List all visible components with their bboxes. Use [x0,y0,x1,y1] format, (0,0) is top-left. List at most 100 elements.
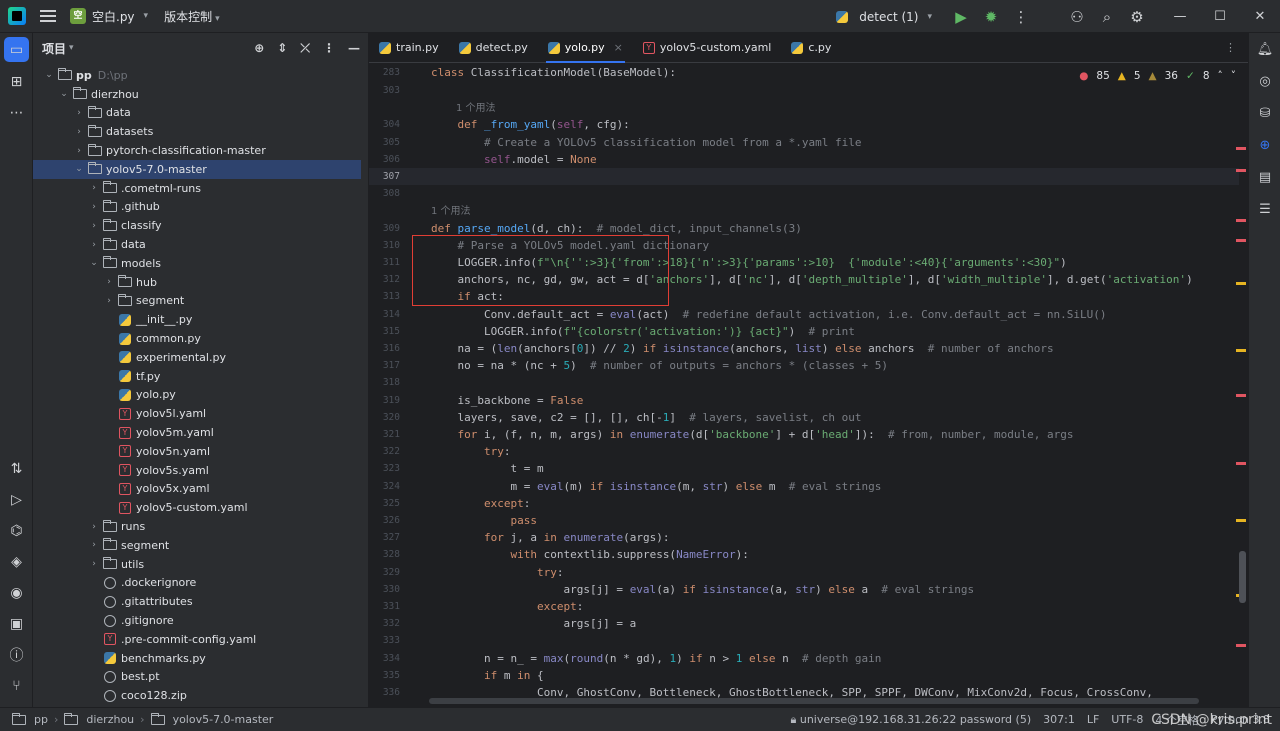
tree-item[interactable]: › segment [33,536,369,555]
tree-item[interactable]: › data [33,104,369,123]
structure-icon[interactable]: ⊞ [0,66,33,97]
add-user-icon[interactable]: ⚇ [1062,2,1092,32]
breadcrumb-item[interactable]: pp [34,713,48,726]
run-tool-icon[interactable]: ▷ [0,484,33,515]
maximize-button[interactable]: ☐ [1200,9,1240,24]
tree-item[interactable]: ⌄ pp D:\pp [33,66,369,85]
tree-item[interactable]: › segment [33,292,369,311]
debug-icon[interactable]: ✹ [976,2,1006,32]
tree-item[interactable]: › hub [33,273,369,292]
tree-item[interactable]: .gitignore [33,611,369,630]
project-folder-icon[interactable]: ▭ [4,37,29,62]
search-icon[interactable]: ⌕ [1092,2,1122,32]
line-separator[interactable]: LF [1087,713,1099,726]
run-icon[interactable]: ▶ [946,2,976,32]
tree-item[interactable]: › datasets [33,122,369,141]
chevron-right-icon[interactable]: › [88,522,100,532]
tab-train-py[interactable]: train.py [369,33,449,63]
tree-item[interactable]: › data [33,235,369,254]
main-menu-icon[interactable] [40,10,56,22]
tabs-more-icon[interactable]: ⋮ [1225,41,1236,54]
run-config-selector[interactable]: detect (1) ▾ [832,10,932,24]
tab-yolo-py[interactable]: yolo.py × [538,33,633,63]
tree-item[interactable]: ⌄ yolov5-7.0-master [33,159,361,179]
chevron-right-icon[interactable]: › [103,277,115,287]
tree-item[interactable]: Yyolov5m.yaml [33,423,369,442]
chevron-right-icon[interactable]: › [73,127,85,137]
editor-scrollbar[interactable] [1239,551,1246,603]
tree-item[interactable]: ⌄ models [33,254,369,273]
chevron-down-icon[interactable]: ⌄ [73,164,85,174]
layers-icon[interactable]: ◈ [0,546,33,577]
caret-position[interactable]: 307:1 [1043,713,1075,726]
ai-assistant-icon[interactable]: ◎ [1249,65,1280,97]
notifications-icon[interactable]: 🔔︎ [1249,33,1280,65]
services-icon[interactable]: ◉ [0,577,33,608]
expand-icon[interactable]: ⇕ [277,41,287,56]
settings-gear-icon[interactable]: ⚙ [1122,2,1152,32]
tree-item[interactable]: ⌄ dierzhou [33,85,369,104]
locate-icon[interactable]: ⊕ [254,41,264,56]
tree-item[interactable]: Yyolov5s.yaml [33,461,369,480]
editor-horizontal-scrollbar[interactable] [429,698,1199,704]
chevron-right-icon[interactable]: › [103,296,115,306]
tree-item[interactable]: Yyolov5x.yaml [33,480,369,499]
tree-item[interactable]: › .github [33,198,369,217]
tree-item[interactable]: .dockerignore [33,574,369,593]
vcs-menu[interactable]: 版本控制 ▾ [164,8,220,25]
tab-detect-py[interactable]: detect.py [449,33,538,63]
more-tools-icon[interactable]: ⋯ [0,97,33,128]
deploy-icon[interactable]: ☰ [1249,193,1280,225]
python-console-icon[interactable]: ⌬ [0,515,33,546]
tree-item[interactable]: best.pt [33,668,369,687]
tree-item[interactable]: Yyolov5n.yaml [33,442,369,461]
chevron-down-icon[interactable]: ⌄ [58,89,70,99]
tree-item[interactable]: Yyolov5-custom.yaml [33,498,369,517]
close-button[interactable]: ✕ [1240,9,1280,24]
chevron-right-icon[interactable]: › [88,559,100,569]
tree-item[interactable]: coco128.zip [33,686,369,705]
chevron-right-icon[interactable]: › [88,240,100,250]
sci-view-icon[interactable]: ▤ [1249,161,1280,193]
tree-item[interactable]: Yyolov5l.yaml [33,404,369,423]
tree-item[interactable]: › pytorch-classification-master [33,141,369,160]
minimize-button[interactable]: — [1160,9,1200,24]
tab-c-py[interactable]: c.py [781,33,841,63]
chevron-up-icon[interactable]: ˄ [1218,70,1223,82]
chevron-right-icon[interactable]: › [73,108,85,118]
chevron-down-icon[interactable]: ⌄ [43,70,55,80]
problems-icon[interactable]: ⓘ [0,639,33,670]
remote-host-icon[interactable]: ⊕ [1249,129,1280,161]
breadcrumb-item[interactable]: dierzhou [86,713,134,726]
tree-item[interactable]: common.py [33,329,369,348]
tab-yolov5-custom-yaml[interactable]: Yyolov5-custom.yaml [633,33,782,63]
more-icon[interactable]: ⋮ [1006,2,1036,32]
options-icon[interactable]: ⋮ [323,41,335,56]
tree-item[interactable]: › utils [33,555,369,574]
collapse-icon[interactable]: ⤫ [300,41,310,56]
close-tab-icon[interactable]: × [614,41,623,54]
chevron-down-icon[interactable]: ⌄ [88,258,100,268]
database-icon[interactable]: ⛁ [1249,97,1280,129]
commit-icon[interactable]: ⇅ [0,453,33,484]
chevron-right-icon[interactable]: › [73,146,85,156]
tree-item[interactable]: › runs [33,517,369,536]
project-panel-header[interactable]: 项目 ▾ ⊕ ⇕ ⤫ ⋮ — [33,33,368,63]
terminal-icon[interactable]: ▣ [0,608,33,639]
code-area[interactable]: 283 class ClassificationModel(BaseModel)… [369,64,1248,707]
tree-item[interactable]: yolo.py [33,386,369,405]
breadcrumb-item[interactable]: yolov5-7.0-master [173,713,274,726]
tree-item[interactable]: tf.py [33,367,369,386]
project-switcher[interactable]: 空 空白.py ▾ [70,8,148,25]
tree-item[interactable]: benchmarks.py [33,649,369,668]
chevron-right-icon[interactable]: › [88,183,100,193]
tree-item[interactable]: .gitattributes [33,592,369,611]
chevron-right-icon[interactable]: › [88,221,100,231]
chevron-right-icon[interactable]: › [88,540,100,550]
tree-item[interactable]: __init__.py [33,310,369,329]
tree-item[interactable]: Y .pre-commit-config.yaml [33,630,369,649]
tree-item[interactable]: › classify [33,216,369,235]
hide-icon[interactable]: — [348,41,360,56]
git-icon[interactable]: ⑂ [0,670,33,701]
tree-item[interactable]: experimental.py [33,348,369,367]
